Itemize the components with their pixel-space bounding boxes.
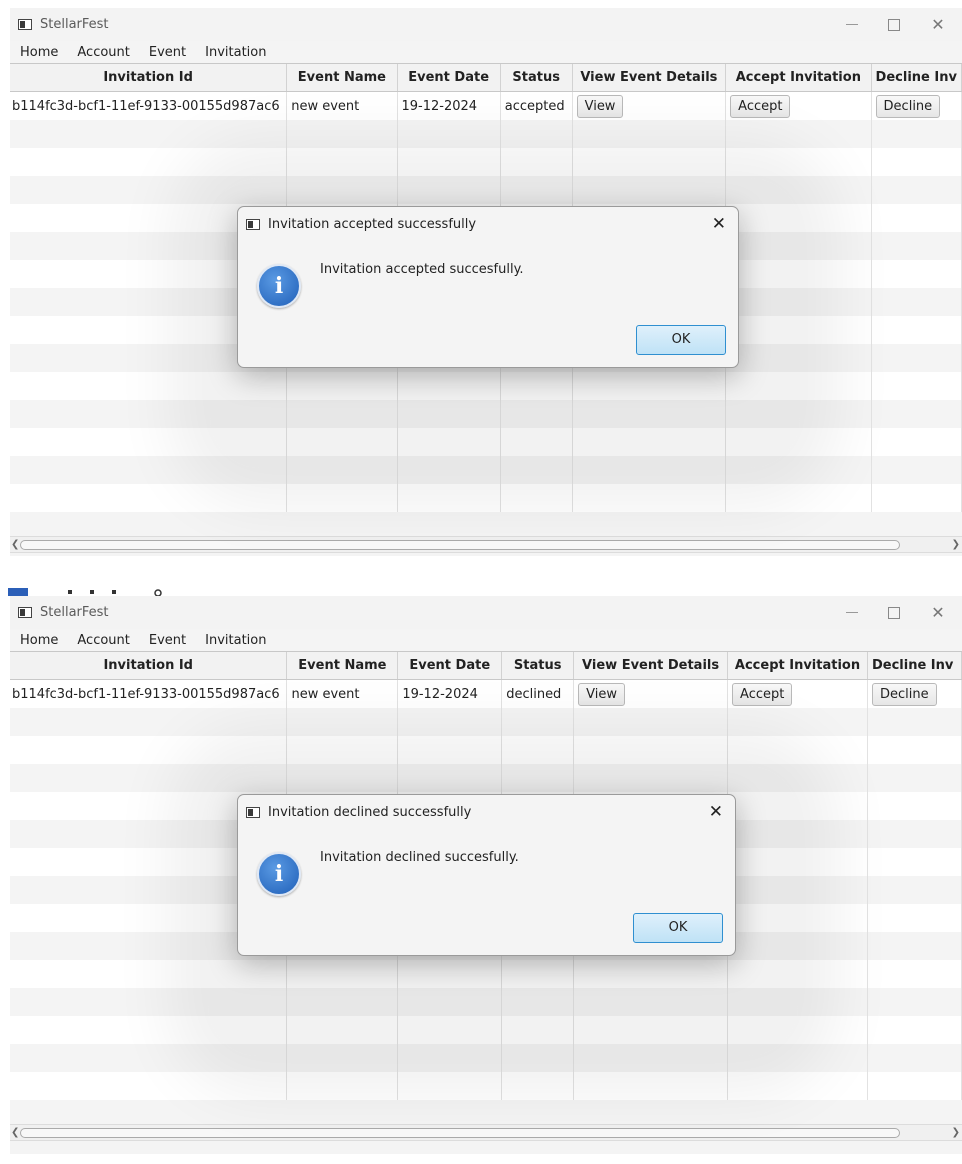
col-header-event-name[interactable]: Event Name [286, 64, 398, 92]
cell-invitation-id: b114fc3d-bcf1-11ef-9133-00155d987ac6 [10, 679, 288, 708]
window-title: StellarFest [40, 605, 109, 620]
scroll-left-icon[interactable]: ❮ [11, 1125, 19, 1140]
dialog-title: Invitation declined successfully [268, 804, 472, 820]
info-icon: i [257, 264, 301, 308]
cell-invitation-id: b114fc3d-bcf1-11ef-9133-00155d987ac6 [10, 91, 288, 120]
close-icon[interactable]: ✕ [712, 214, 726, 234]
dialog-window-icon [246, 806, 260, 818]
cell-event-name: new event [286, 91, 398, 120]
col-header-event-name[interactable]: Event Name [286, 652, 399, 680]
menu-invitation[interactable]: Invitation [195, 45, 275, 60]
cell-accept: Accept [727, 679, 868, 708]
scroll-left-icon[interactable]: ❮ [11, 537, 19, 552]
col-header-invitation-id[interactable]: Invitation Id [10, 64, 288, 92]
window-close-icon[interactable]: ✕ [918, 596, 958, 629]
window-titlebar: StellarFest ✕ [10, 8, 962, 41]
minimize-icon[interactable] [832, 8, 872, 41]
ok-button[interactable]: OK [636, 325, 726, 355]
app-window-icon [18, 607, 32, 618]
menu-home[interactable]: Home [10, 633, 67, 648]
menu-account[interactable]: Account [67, 633, 139, 648]
view-button[interactable]: View [578, 682, 625, 706]
declined-dialog: Invitation declined successfully ✕ i Inv… [237, 794, 736, 956]
table-row [10, 1072, 962, 1100]
cell-accept: Accept [725, 91, 872, 120]
col-header-invitation-id[interactable]: Invitation Id [10, 652, 288, 680]
dialog-message: Invitation declined succesfully. [320, 850, 519, 865]
decline-button[interactable]: Decline [875, 94, 941, 118]
cell-status: accepted [500, 91, 573, 120]
dialog-titlebar: Invitation accepted successfully ✕ [238, 207, 738, 241]
menu-home[interactable]: Home [10, 45, 67, 60]
scroll-right-icon[interactable]: ❯ [952, 1125, 960, 1140]
col-header-view-event-details[interactable]: View Event Details [573, 652, 729, 680]
table-row [10, 148, 962, 176]
cell-decline: Decline [871, 91, 962, 120]
stellarfest-window-accepted: StellarFest ✕ Home Account Event Invitat… [10, 8, 962, 556]
table-row [10, 708, 962, 736]
menu-invitation[interactable]: Invitation [195, 633, 275, 648]
scrollbar-thumb[interactable] [20, 540, 900, 550]
menu-event[interactable]: Event [139, 633, 195, 648]
cell-status: declined [501, 679, 575, 708]
dialog-window-icon [246, 218, 260, 230]
accept-button[interactable]: Accept [732, 682, 793, 706]
col-header-decline-invitation[interactable]: Decline Inv [871, 64, 962, 92]
background-fragment [8, 582, 168, 597]
col-header-decline-invitation[interactable]: Decline Inv [867, 652, 962, 680]
info-icon: i [257, 852, 301, 896]
col-header-accept-invitation[interactable]: Accept Invitation [725, 64, 872, 92]
table-row[interactable]: b114fc3d-bcf1-11ef-9133-00155d987ac6 new… [10, 91, 962, 120]
cell-decline: Decline [867, 679, 962, 708]
col-header-accept-invitation[interactable]: Accept Invitation [727, 652, 868, 680]
cell-view: View [572, 91, 727, 120]
app-window-icon [18, 19, 32, 30]
cell-event-date: 19-12-2024 [397, 679, 503, 708]
accepted-dialog: Invitation accepted successfully ✕ i Inv… [237, 206, 739, 368]
table-row [10, 484, 962, 512]
col-header-view-event-details[interactable]: View Event Details [572, 64, 727, 92]
maximize-icon[interactable] [874, 8, 914, 41]
menu-event[interactable]: Event [139, 45, 195, 60]
col-header-event-date[interactable]: Event Date [397, 652, 503, 680]
menu-bar: Home Account Event Invitation [10, 629, 962, 651]
table-row [10, 120, 962, 148]
horizontal-scrollbar[interactable]: ❮ ❯ [10, 1124, 962, 1141]
decline-button[interactable]: Decline [871, 682, 937, 706]
scrollbar-thumb[interactable] [20, 1128, 900, 1138]
dialog-title: Invitation accepted successfully [268, 216, 477, 232]
col-header-event-date[interactable]: Event Date [397, 64, 501, 92]
accept-button[interactable]: Accept [730, 94, 791, 118]
dialog-message: Invitation accepted succesfully. [320, 262, 524, 277]
col-header-status[interactable]: Status [500, 64, 573, 92]
stellarfest-window-declined: StellarFest ✕ Home Account Event Invitat… [10, 596, 962, 1154]
cell-event-date: 19-12-2024 [397, 91, 501, 120]
horizontal-scrollbar[interactable]: ❮ ❯ [10, 536, 962, 553]
window-titlebar: StellarFest ✕ [10, 596, 962, 629]
window-close-icon[interactable]: ✕ [918, 8, 958, 41]
close-icon[interactable]: ✕ [709, 802, 723, 822]
window-title: StellarFest [40, 17, 109, 32]
minimize-icon[interactable] [832, 596, 872, 629]
table-row [10, 736, 962, 764]
table-row[interactable]: b114fc3d-bcf1-11ef-9133-00155d987ac6 new… [10, 679, 962, 708]
dialog-titlebar: Invitation declined successfully ✕ [238, 795, 735, 829]
cell-event-name: new event [286, 679, 399, 708]
scroll-right-icon[interactable]: ❯ [952, 537, 960, 552]
col-header-status[interactable]: Status [501, 652, 575, 680]
menu-account[interactable]: Account [67, 45, 139, 60]
maximize-icon[interactable] [874, 596, 914, 629]
menu-bar: Home Account Event Invitation [10, 41, 962, 63]
ok-button[interactable]: OK [633, 913, 723, 943]
view-button[interactable]: View [576, 94, 624, 118]
cell-view: View [573, 679, 729, 708]
